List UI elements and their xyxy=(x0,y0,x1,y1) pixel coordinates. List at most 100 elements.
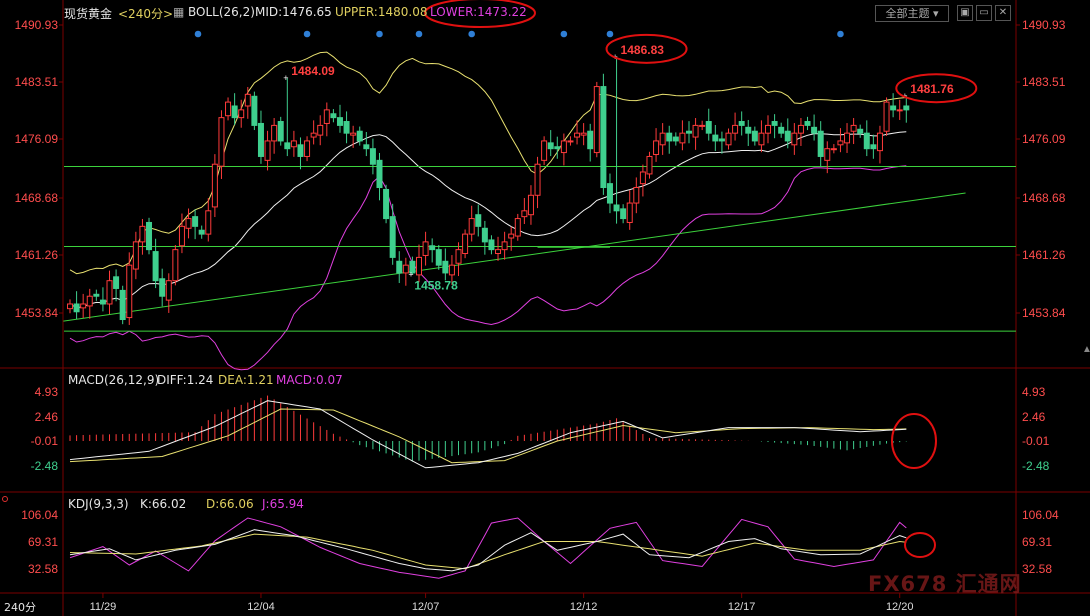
event-dot xyxy=(415,30,423,38)
theme-button[interactable]: 全部主题 ▾ xyxy=(875,5,949,22)
candle-body xyxy=(290,140,297,148)
macd-tick-label-right: -0.01 xyxy=(1022,434,1050,448)
candle-body xyxy=(297,144,304,157)
candle-body xyxy=(547,142,554,150)
candle-body xyxy=(791,132,798,146)
minimize-button[interactable]: ▭ xyxy=(976,5,992,21)
candle-body xyxy=(811,126,818,134)
macd-diff: DIFF:1.24 xyxy=(157,373,214,387)
candle-body xyxy=(86,295,93,307)
candle-body xyxy=(244,93,251,107)
candle-body xyxy=(67,303,73,310)
date-tick-label: 12/17 xyxy=(728,601,756,613)
candle-body xyxy=(626,202,633,223)
kdj-j: J:65.94 xyxy=(262,497,304,511)
candle-body xyxy=(159,278,166,297)
kdj-highlight-circle xyxy=(904,532,936,558)
candle-body xyxy=(455,249,462,264)
candle-body xyxy=(317,124,324,136)
candle-body xyxy=(218,117,225,167)
candle-body xyxy=(705,121,712,134)
date-tick-label: 12/12 xyxy=(570,601,598,613)
candle-body xyxy=(165,280,172,301)
price-tick-label-left: 1483.51 xyxy=(15,75,59,89)
candle-body xyxy=(587,130,594,150)
candle-body xyxy=(639,171,646,185)
macd-tick-label-left: 2.46 xyxy=(35,410,59,424)
candle-body xyxy=(448,264,455,276)
candle-body xyxy=(903,105,910,111)
price-tick-label-right: 1461.26 xyxy=(1022,248,1066,262)
restore-button[interactable]: ▣ xyxy=(957,5,973,21)
boll-lower-line xyxy=(69,165,907,371)
candle-body xyxy=(804,121,811,126)
candle-body xyxy=(99,299,106,305)
candle-body xyxy=(383,188,390,220)
macd-tick-label-left: 4.93 xyxy=(35,385,59,399)
candle-body xyxy=(685,130,692,134)
candle-body xyxy=(146,221,153,251)
candle-body xyxy=(284,142,291,150)
candle-body xyxy=(422,241,429,256)
high-price-label: 1481.76 xyxy=(910,82,954,96)
period-label[interactable]: <240分> xyxy=(118,5,173,22)
candle-body xyxy=(126,264,133,319)
candle-body xyxy=(251,95,258,126)
candle-body xyxy=(653,140,660,156)
candle-body xyxy=(198,229,205,235)
high-price-label: 1484.09 xyxy=(291,64,335,78)
high-price-label: 1486.83 xyxy=(621,43,665,57)
candle-body xyxy=(192,216,199,227)
price-tick-label-right: 1476.09 xyxy=(1022,132,1066,146)
macd-tick-label-left: -0.01 xyxy=(31,434,59,448)
candle-body xyxy=(257,122,264,157)
price-tick-label-right: 1468.68 xyxy=(1022,191,1066,205)
candle-body xyxy=(784,130,791,142)
candle-body xyxy=(554,146,561,150)
price-tick-label-right: 1490.93 xyxy=(1022,18,1066,32)
candle-body xyxy=(462,233,469,255)
candle-body xyxy=(508,233,515,239)
macd-tick-label-right: 2.46 xyxy=(1022,410,1046,424)
macd-diff-line xyxy=(69,400,907,469)
boll-label: BOLL(26,2) xyxy=(188,5,255,19)
macd-label: MACD(26,12,9) xyxy=(68,373,160,387)
candle-body xyxy=(824,148,831,161)
candle-body xyxy=(567,140,574,143)
candle-body xyxy=(80,303,87,309)
boll-mid: MID:1476.65 xyxy=(255,5,332,19)
event-dot xyxy=(194,30,202,38)
macd-tick-label-left: -2.48 xyxy=(31,459,59,473)
price-tick-label-left: 1461.26 xyxy=(15,248,59,262)
candle-body xyxy=(699,124,706,127)
date-tick-label: 12/04 xyxy=(247,601,275,613)
kdj-tick-label-right: 106.04 xyxy=(1022,508,1059,522)
candle-body xyxy=(883,101,890,132)
period-footer[interactable]: 240分 xyxy=(4,599,36,615)
candle-body xyxy=(679,132,686,144)
kdj-settings-icon xyxy=(2,496,8,502)
candle-body xyxy=(896,109,903,112)
macd-tick-label-right: 4.93 xyxy=(1022,385,1046,399)
boll-upper-line xyxy=(69,51,907,275)
candle-body xyxy=(139,225,146,243)
candle-body xyxy=(732,124,739,134)
kdj-tick-label-left: 32.58 xyxy=(28,562,58,576)
low-price-label: 1458.78 xyxy=(414,279,458,293)
candle-body xyxy=(527,194,534,216)
candle-body xyxy=(172,249,179,282)
candle-body xyxy=(178,225,185,247)
candle-body xyxy=(541,140,548,161)
chart-canvas: 1490.93 1490.93 1483.51 1483.51 1476.09 1476.… xyxy=(0,0,1090,616)
candle-body xyxy=(580,132,587,136)
event-dot xyxy=(560,30,568,38)
candle-body xyxy=(718,138,725,142)
candle-body xyxy=(350,132,357,136)
kdj-d: D:66.06 xyxy=(206,497,254,511)
candle-body xyxy=(93,293,100,297)
date-tick-label: 12/07 xyxy=(412,601,440,613)
close-button[interactable]: ✕ xyxy=(995,5,1011,21)
candle-body xyxy=(844,132,851,144)
event-dot xyxy=(606,30,614,38)
candle-body xyxy=(593,86,600,154)
